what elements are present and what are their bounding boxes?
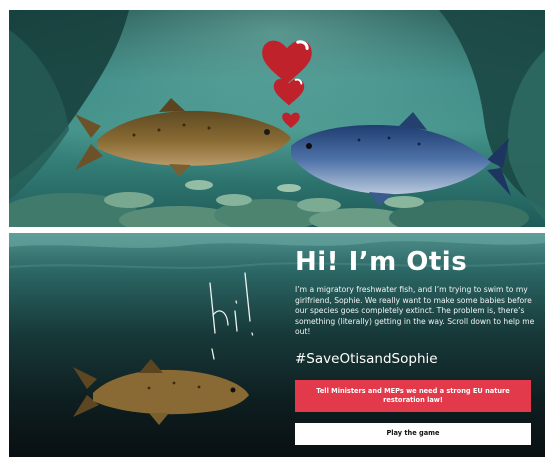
intro-copy: Hi! I’m Otis I’m a migratory freshwater …	[295, 247, 535, 445]
page-title: Hi! I’m Otis	[295, 247, 468, 277]
handwritten-hi-icon	[209, 272, 254, 360]
play-game-button[interactable]: Play the game	[295, 422, 531, 445]
intro-paragraph: I’m a migratory freshwater fish, and I’m…	[295, 285, 535, 337]
otis-intro-section: Hi! I’m Otis I’m a migratory freshwater …	[9, 233, 545, 457]
petition-button[interactable]: Tell Ministers and MEPs we need a strong…	[295, 379, 531, 412]
hashtag: #SaveOtisandSophie	[295, 350, 438, 367]
kissing-fish-banner	[9, 10, 545, 227]
underwater-scene-top	[9, 10, 545, 227]
brown-salmon-bottom	[73, 359, 249, 425]
